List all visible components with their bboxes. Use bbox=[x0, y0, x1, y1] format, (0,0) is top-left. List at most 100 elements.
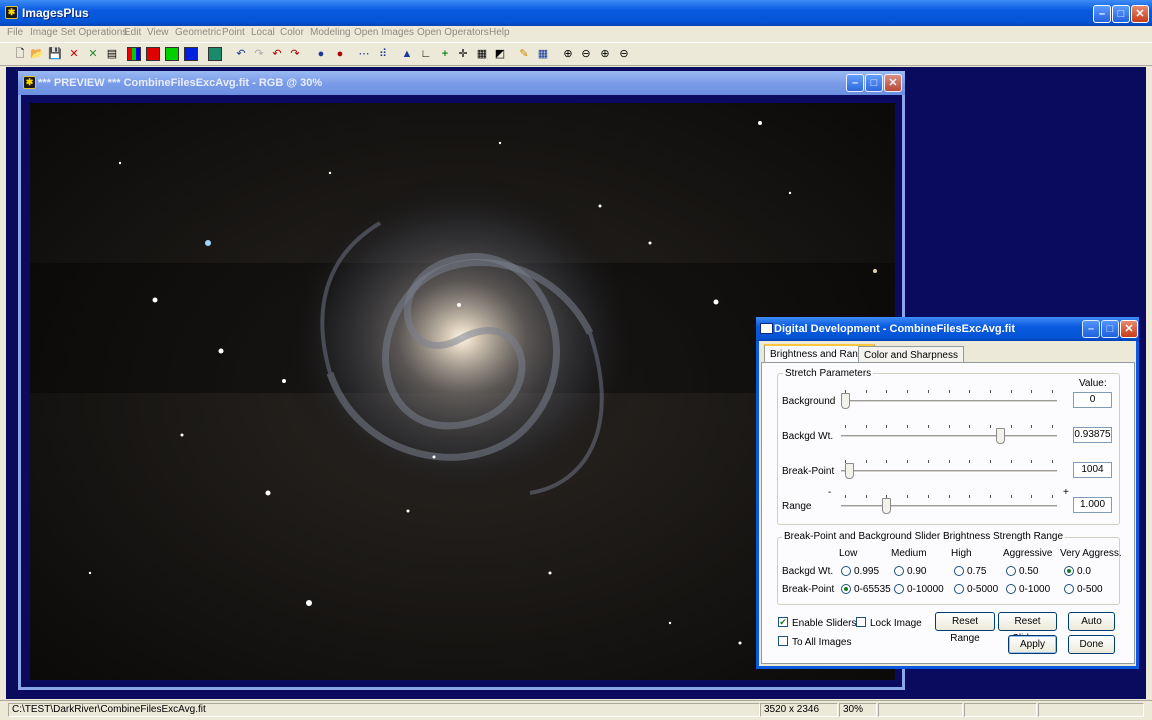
mark-red-icon[interactable]: ● bbox=[332, 46, 348, 62]
save-icon[interactable]: 💾 bbox=[47, 46, 63, 62]
breakpoint-radio-medium[interactable] bbox=[894, 584, 904, 594]
blue-channel-icon[interactable] bbox=[184, 47, 198, 61]
rgb-channels-icon[interactable] bbox=[127, 47, 141, 61]
print-icon[interactable]: ▤ bbox=[104, 46, 120, 62]
close-image-icon[interactable]: ✕ bbox=[66, 46, 82, 62]
close-icon[interactable]: ✕ bbox=[1131, 5, 1149, 23]
menu-edit[interactable]: Edit bbox=[124, 27, 141, 38]
menu-help[interactable]: Help bbox=[489, 27, 510, 38]
slider-tick bbox=[948, 495, 950, 498]
preview-maximize-icon[interactable]: □ bbox=[865, 74, 883, 92]
range-value-field[interactable]: 1.000 bbox=[1073, 497, 1112, 513]
zoom-out-icon[interactable]: ⊖ bbox=[578, 46, 594, 62]
menu-modeling[interactable]: Modeling bbox=[310, 27, 351, 38]
backgd-radio-low[interactable] bbox=[841, 566, 851, 576]
menu-file[interactable]: File bbox=[7, 27, 23, 38]
app-title-bar[interactable]: ✱ ImagesPlus – □ ✕ bbox=[0, 0, 1152, 26]
range-slider-thumb[interactable] bbox=[882, 498, 892, 514]
backgd-radio-aggressive[interactable] bbox=[1006, 566, 1016, 576]
slider-tick bbox=[865, 495, 867, 498]
breakpoint-radio-aggressive[interactable] bbox=[1006, 584, 1016, 594]
menu-view[interactable]: View bbox=[147, 27, 169, 38]
breakpoint-radio-high[interactable] bbox=[954, 584, 964, 594]
reset-range-button[interactable]: Reset Range bbox=[935, 612, 995, 644]
close-all-icon[interactable]: ✕ bbox=[85, 46, 101, 62]
zoom-actual-icon[interactable]: ⊖ bbox=[616, 46, 632, 62]
to-all-images-checkbox[interactable] bbox=[778, 636, 788, 646]
grid-icon[interactable] bbox=[208, 47, 222, 61]
background-slider[interactable] bbox=[841, 400, 1057, 403]
break-point-strength-label: Break-Point bbox=[782, 584, 835, 595]
red-channel-icon[interactable] bbox=[146, 47, 160, 61]
preview-title-bar[interactable]: ✱ *** PREVIEW *** CombineFilesExcAvg.fit… bbox=[18, 71, 905, 95]
done-button[interactable]: Done bbox=[1068, 635, 1115, 654]
menu-color[interactable]: Color bbox=[280, 27, 304, 38]
slider-tick bbox=[927, 495, 929, 498]
menu-geometric[interactable]: Geometric bbox=[175, 27, 221, 38]
break-point-slider[interactable] bbox=[841, 470, 1057, 473]
crosshair-icon[interactable]: ✛ bbox=[455, 46, 471, 62]
zoom-in-icon[interactable]: ⊕ bbox=[560, 46, 576, 62]
dialog-close-icon[interactable]: ✕ bbox=[1120, 320, 1138, 338]
breakpoint-radio-very-aggressive[interactable] bbox=[1064, 584, 1074, 594]
redo-all-icon[interactable]: ↷ bbox=[287, 46, 303, 62]
range-min-mark: - bbox=[828, 487, 832, 498]
slider-tick bbox=[969, 425, 971, 428]
enable-sliders-checkbox[interactable]: ✔ bbox=[778, 617, 788, 627]
status-path: C:\TEST\DarkRiver\CombineFilesExcAvg.fit bbox=[8, 703, 760, 717]
plus-icon[interactable]: + bbox=[437, 46, 453, 62]
undo-icon[interactable]: ↶ bbox=[233, 46, 249, 62]
breakpoint-radio-medium-label: 0-10000 bbox=[907, 584, 944, 595]
backgd-radio-medium[interactable] bbox=[894, 566, 904, 576]
menu-point[interactable]: Point bbox=[222, 27, 245, 38]
slider-tick bbox=[845, 495, 846, 498]
mark-icon[interactable]: ● bbox=[313, 46, 329, 62]
pencil-icon[interactable]: ✎ bbox=[516, 46, 532, 62]
maximize-icon[interactable]: □ bbox=[1112, 5, 1130, 23]
break-point-value-field[interactable]: 1004 bbox=[1073, 462, 1112, 478]
menu-open-images[interactable]: Open Images bbox=[354, 27, 414, 38]
slider-tick bbox=[865, 390, 867, 393]
backgd-wt-value-field[interactable]: 0.93875 bbox=[1073, 427, 1112, 443]
reset-sliders-button[interactable]: Reset Sliders bbox=[998, 612, 1057, 644]
menu-image-set-operations[interactable]: Image Set Operations bbox=[30, 27, 127, 38]
redo-icon[interactable]: ↷ bbox=[251, 46, 267, 62]
preview-minimize-icon[interactable]: – bbox=[846, 74, 864, 92]
backgd-radio-very-aggressive[interactable] bbox=[1064, 566, 1074, 576]
range-slider[interactable] bbox=[841, 505, 1057, 508]
lock-image-checkbox[interactable] bbox=[856, 617, 866, 627]
table-icon[interactable]: ▦ bbox=[535, 46, 551, 62]
breakpoint-radio-aggressive-label: 0-1000 bbox=[1019, 584, 1051, 595]
points-icon[interactable]: ⋯ bbox=[356, 46, 372, 62]
minimize-icon[interactable]: – bbox=[1093, 5, 1111, 23]
dialog-minimize-icon[interactable]: – bbox=[1082, 320, 1100, 338]
menu-open-operators[interactable]: Open Operators bbox=[417, 27, 489, 38]
green-channel-icon[interactable] bbox=[165, 47, 179, 61]
histogram-icon[interactable]: ▲ bbox=[399, 46, 415, 62]
backgd-wt-slider-thumb[interactable] bbox=[996, 428, 1006, 444]
scatter-icon[interactable]: ⠾ bbox=[375, 46, 391, 62]
slider-tick bbox=[989, 460, 991, 463]
zoom-fit-icon[interactable]: ⊕ bbox=[597, 46, 613, 62]
background-value-field[interactable]: 0 bbox=[1073, 392, 1112, 408]
preview-close-icon[interactable]: ✕ bbox=[884, 74, 902, 92]
new-file-icon[interactable]: 🗋 bbox=[12, 46, 28, 62]
undo-all-icon[interactable]: ↶ bbox=[269, 46, 285, 62]
column-very-aggressive: Very Aggress. bbox=[1060, 548, 1122, 559]
slider-tick bbox=[969, 390, 971, 393]
value-header: Value: bbox=[1079, 378, 1107, 389]
backgd-radio-high[interactable] bbox=[954, 566, 964, 576]
breakpoint-radio-low[interactable] bbox=[841, 584, 851, 594]
calculator-icon[interactable]: ▦ bbox=[474, 46, 490, 62]
curve-icon[interactable]: ∟ bbox=[418, 46, 434, 62]
auto-button[interactable]: Auto bbox=[1068, 612, 1115, 631]
break-point-slider-thumb[interactable] bbox=[845, 463, 855, 479]
open-folder-icon[interactable]: 📂 bbox=[29, 46, 45, 62]
dialog-maximize-icon[interactable]: □ bbox=[1101, 320, 1119, 338]
palette-icon[interactable]: ◩ bbox=[492, 46, 508, 62]
menu-local[interactable]: Local bbox=[251, 27, 275, 38]
dialog-title-bar[interactable]: Digital Development - CombineFilesExcAvg… bbox=[756, 317, 1139, 341]
background-slider-thumb[interactable] bbox=[841, 393, 850, 409]
apply-button[interactable]: Apply bbox=[1008, 635, 1057, 654]
backgd-wt-slider[interactable] bbox=[841, 435, 1057, 438]
